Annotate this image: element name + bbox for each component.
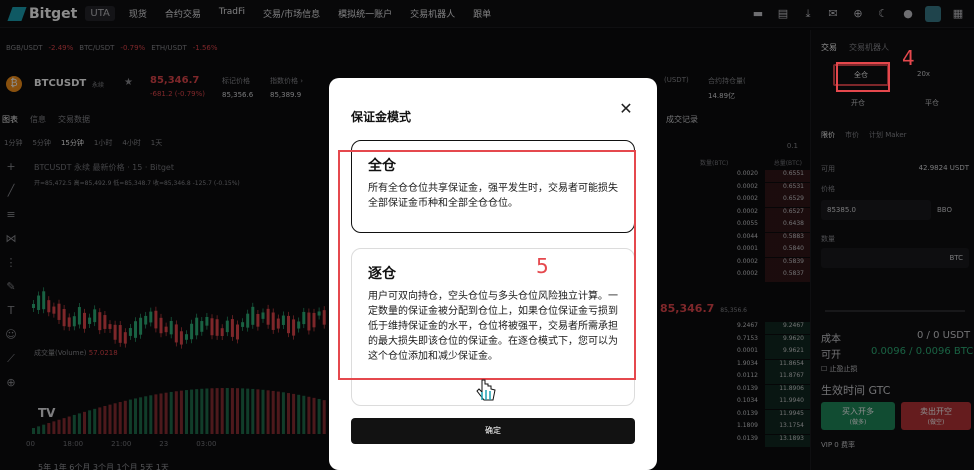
close-icon[interactable]: ✕ <box>617 100 635 118</box>
dialog-title: 保证金模式 <box>351 110 412 124</box>
annotation-label-4: 4 <box>902 46 915 70</box>
annotation-box-5 <box>338 150 636 380</box>
annotation-box-4 <box>836 62 890 92</box>
hand-cursor-icon <box>476 379 496 401</box>
confirm-button[interactable]: 确定 <box>351 418 635 444</box>
annotation-label-5: 5 <box>536 254 549 278</box>
